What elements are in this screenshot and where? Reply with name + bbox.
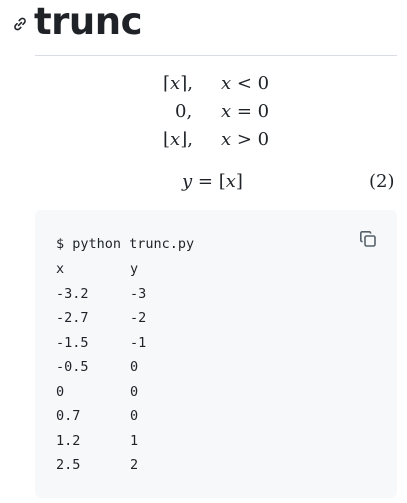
link-icon[interactable] xyxy=(10,14,30,34)
formula-equation: y = [x] xyxy=(182,171,243,192)
code-row-x: 0 xyxy=(56,383,65,400)
page-title: trunc xyxy=(34,0,143,43)
copy-icon[interactable] xyxy=(356,227,380,251)
code-row-y: 0 xyxy=(130,408,139,424)
formula-case-row: ⌈x⌉, x < 0 xyxy=(163,73,270,94)
code-row-x: 2.5 xyxy=(56,457,81,473)
formula-case-row: 0, x = 0 xyxy=(175,101,270,122)
code-command: $ python trunc.py xyxy=(56,236,195,252)
code-row-y: 2 xyxy=(130,457,139,473)
equation-number: (2) xyxy=(369,171,395,192)
code-row-x: -1.5 xyxy=(56,334,89,351)
code-row-y: -1 xyxy=(130,334,147,351)
code-row-y: -3 xyxy=(130,285,147,302)
formula-case-row: ⌊x⌋, x > 0 xyxy=(163,129,270,150)
code-row-y: 0 xyxy=(130,359,139,375)
heading-divider xyxy=(35,55,397,56)
code-row-x: -2.7 xyxy=(56,310,89,326)
code-row-y: 0 xyxy=(130,383,139,400)
code-row-y: 1 xyxy=(130,432,139,449)
code-header-y: y xyxy=(130,261,139,277)
code-row-x: 1.2 xyxy=(56,432,81,449)
code-row-y: -2 xyxy=(130,310,147,326)
code-row-x: -0.5 xyxy=(56,359,89,375)
code-row-x: 0.7 xyxy=(56,408,81,424)
code-row-x: -3.2 xyxy=(56,285,89,302)
section-heading: trunc xyxy=(10,0,143,44)
code-block: $ python trunc.py x y -3.2 -3 -2.7 -2 -1… xyxy=(35,210,397,498)
code-header-x: x xyxy=(56,261,65,277)
